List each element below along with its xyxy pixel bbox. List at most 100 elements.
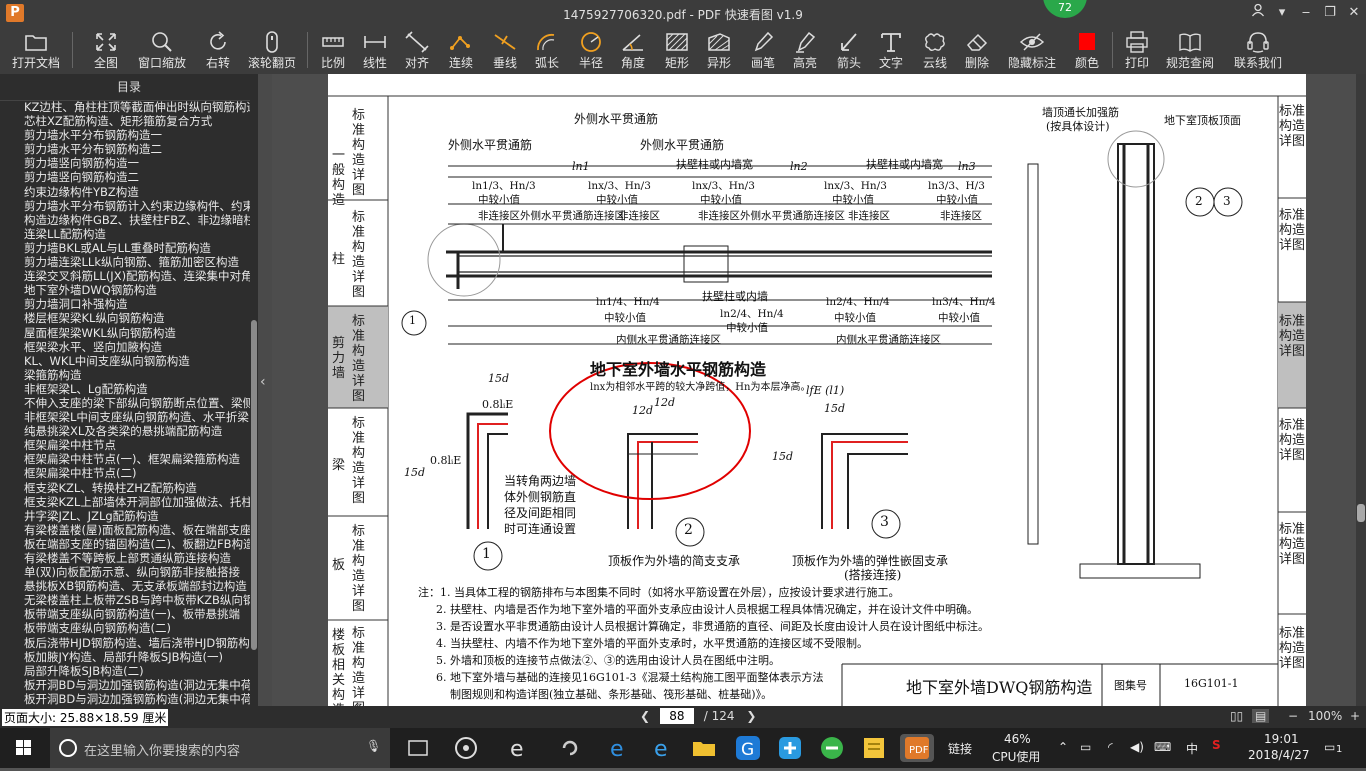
rotate-right-button[interactable]: 右转 (196, 26, 240, 74)
radius-button[interactable]: 半径 (574, 26, 608, 74)
linear-button[interactable]: 线性 (358, 26, 392, 74)
toc-item[interactable]: KZ边柱、角柱柱顶等截面伸出时纵向钢筋构造 (0, 100, 250, 114)
arc-length-button[interactable]: 弧长 (530, 26, 564, 74)
toc-item[interactable]: 连梁交叉斜筋LL(JX)配筋构造、连梁集中对角斜筋 (0, 269, 250, 283)
toc-item[interactable]: 剪力墙BKL或AL与LL重叠时配筋构造 (0, 241, 250, 255)
toc-item[interactable]: 板带端支座纵向钢筋构造(二) (0, 621, 250, 635)
toc-item[interactable]: 楼层框架梁KL纵向钢筋构造 (0, 311, 250, 325)
toc-item[interactable]: 板开洞BD与洞边加强钢筋构造(洞边无集中荷载) (0, 678, 250, 692)
document-scrollbar-thumb[interactable] (1357, 504, 1365, 522)
notes-app-icon[interactable] (860, 734, 888, 762)
toc-item[interactable]: 井字梁JZL、JZLg配筋构造 (0, 509, 250, 523)
fan-app-icon[interactable] (452, 734, 480, 762)
toc-item[interactable]: 单(双)向板配筋示意、纵向钢筋非接触搭接 (0, 565, 250, 579)
ie-blue-icon[interactable]: e (648, 734, 676, 762)
sogou-ime-icon[interactable]: S (1212, 738, 1221, 752)
toc-item[interactable]: 构造边缘构件GBZ、扶壁柱FBZ、非边缘暗柱AZ (0, 213, 250, 227)
toc-item[interactable]: 有梁楼盖不等跨板上部贯通纵筋连接构造 (0, 551, 250, 565)
toc-item[interactable]: 悬挑板XB钢筋构造、无支承板端部封边构造 (0, 579, 250, 593)
toc-item[interactable]: 剪力墙水平分布钢筋构造一 (0, 128, 250, 142)
clock-date[interactable]: 2018/4/27 (1248, 748, 1310, 762)
standard-lookup-button[interactable]: 规范查阅 (1162, 26, 1218, 74)
toc-item[interactable]: 芯柱XZ配筋构造、矩形箍筋复合方式 (0, 114, 250, 128)
toc-item[interactable]: 框支梁KZL上部墙体开洞部位加强做法、托柱转换梁 (0, 495, 250, 509)
highlight-button[interactable]: 高亮 (788, 26, 822, 74)
toc-item[interactable]: 板在端部支座的锚固构造(二)、板翻边FB构造 (0, 537, 250, 551)
maximize-button[interactable]: ❐ (1320, 3, 1340, 23)
toc-item[interactable]: 板带端支座纵向钢筋构造(一)、板带悬挑端 (0, 607, 250, 621)
rectangle-button[interactable]: 矩形 (660, 26, 694, 74)
aligned-button[interactable]: 对齐 (400, 26, 434, 74)
print-button[interactable]: 打印 (1120, 26, 1154, 74)
toc-item[interactable]: 板后浇带HJD钢筋构造、墙后浇带HJD钢筋构造 (0, 636, 250, 650)
volume-icon[interactable]: ◀) (1130, 740, 1144, 754)
dropdown-icon[interactable]: ▾ (1272, 3, 1292, 23)
toc-item[interactable]: 不伸入支座的梁下部纵向钢筋断点位置、梁侧面 (0, 396, 250, 410)
polygon-button[interactable]: 异形 (702, 26, 736, 74)
minimize-button[interactable]: ‒ (1296, 3, 1316, 23)
taskbar-search[interactable]: 在这里输入你要搜索的内容 🎙 (50, 728, 390, 768)
toc-item[interactable]: 梁箍筋构造 (0, 368, 250, 382)
page-number-input[interactable]: 88 (659, 708, 694, 724)
toc-item[interactable]: 局部升降板SJB构造(二) (0, 664, 250, 678)
right-tab-6[interactable]: 标准构造详图 (1278, 626, 1306, 671)
color-button[interactable]: 颜色 (1070, 26, 1104, 74)
zoom-level[interactable]: 100% (1308, 709, 1342, 723)
contact-us-button[interactable]: 联系我们 (1230, 26, 1286, 74)
toc-item[interactable]: 纯悬挑梁XL及各类梁的悬挑端配筋构造 (0, 424, 250, 438)
toc-item[interactable]: 框架扁梁中柱节点(一)、框架扁梁箍筋构造 (0, 452, 250, 466)
wifi-icon[interactable]: ◜ (1108, 740, 1113, 754)
network-icon[interactable]: ▭ (1080, 740, 1091, 754)
pdf-app-icon[interactable]: PDF (900, 734, 934, 762)
keyboard-icon[interactable]: ⌨ (1154, 740, 1171, 754)
right-tab-5[interactable]: 标准构造详图 (1278, 522, 1306, 567)
single-page-view-icon[interactable]: ▯▯ (1230, 709, 1243, 723)
zoom-out-button[interactable]: − (1288, 709, 1298, 723)
task-view-icon[interactable] (404, 734, 432, 762)
edge-browser-icon[interactable]: e (604, 734, 632, 762)
toc-item[interactable]: 剪力墙水平分布钢筋构造二 (0, 142, 250, 156)
ie-browser-icon[interactable]: e (504, 734, 532, 762)
toc-item[interactable]: 板加腋JY构造、局部升降板SJB构造(一) (0, 650, 250, 664)
prev-page-button[interactable]: ❮ (640, 709, 650, 723)
scroll-page-button[interactable]: 滚轮翻页 (244, 26, 300, 74)
fit-all-button[interactable]: 全图 (84, 26, 128, 74)
toc-item[interactable]: 剪力墙水平分布钢筋计入约束边缘构件、约束边缘构件 (0, 199, 250, 213)
user-icon[interactable] (1248, 3, 1268, 23)
angle-button[interactable]: 角度 (616, 26, 650, 74)
blue-g-app-icon[interactable]: G (734, 734, 762, 762)
arrow-button[interactable]: 箭头 (832, 26, 866, 74)
scale-button[interactable]: 比例 (316, 26, 350, 74)
show-hidden-icons[interactable]: ⌃ (1058, 740, 1068, 754)
start-button[interactable] (0, 728, 48, 768)
ime-indicator[interactable]: 中 (1186, 740, 1198, 757)
delete-button[interactable]: 删除 (960, 26, 994, 74)
clock-time[interactable]: 19:01 (1264, 732, 1299, 746)
toc-item[interactable]: 剪力墙竖向钢筋构造二 (0, 170, 250, 184)
file-explorer-icon[interactable] (690, 734, 718, 762)
notification-center-icon[interactable]: ▭ (1324, 740, 1335, 754)
text-button[interactable]: 文字 (874, 26, 908, 74)
toc-item[interactable]: 剪力墙竖向钢筋构造一 (0, 156, 250, 170)
toc-item[interactable]: 连梁LL配筋构造 (0, 227, 250, 241)
right-tab-3[interactable]: 标准构造详图 (1278, 314, 1306, 359)
toc-item[interactable]: 板开洞BD与洞边加强钢筋构造(洞边无集中荷载) (0, 692, 250, 706)
pdf-page[interactable]: 一般构造 标准构造详图 柱 标准构造详图 剪力墙 标准构造详图 梁 标准构造详图… (328, 74, 1306, 706)
toc-item[interactable]: 框支梁KZL、转换柱ZHZ配筋构造 (0, 481, 250, 495)
pen-button[interactable]: 画笔 (746, 26, 780, 74)
toc-item[interactable]: 地下室外墙DWQ钢筋构造 (0, 283, 250, 297)
toc-item[interactable]: 约束边缘构件YBZ构造 (0, 185, 250, 199)
document-scrollbar[interactable] (1356, 74, 1366, 706)
link-label[interactable]: 链接 (948, 740, 972, 757)
toc-scrollbar-thumb[interactable] (251, 320, 257, 650)
toc-item[interactable]: 非框架梁L中间支座纵向钢筋构造、水平折梁 (0, 410, 250, 424)
toc-list[interactable]: KZ边柱、角柱柱顶等截面伸出时纵向钢筋构造 芯柱XZ配筋构造、矩形箍筋复合方式 剪力… (0, 100, 250, 706)
toc-item[interactable]: 有梁楼盖楼(屋)面板配筋构造、板在端部支座 (0, 523, 250, 537)
plus-app-icon[interactable] (776, 734, 804, 762)
right-tab-4[interactable]: 标准构造详图 (1278, 418, 1306, 463)
toc-item[interactable]: 剪力墙连梁LLk纵向钢筋、箍筋加密区构造 (0, 255, 250, 269)
microphone-icon[interactable]: 🎙 (366, 739, 381, 753)
close-button[interactable]: ✕ (1344, 3, 1364, 23)
toc-item[interactable]: KL、WKL中间支座纵向钢筋构造 (0, 354, 250, 368)
next-page-button[interactable]: ❯ (746, 709, 756, 723)
